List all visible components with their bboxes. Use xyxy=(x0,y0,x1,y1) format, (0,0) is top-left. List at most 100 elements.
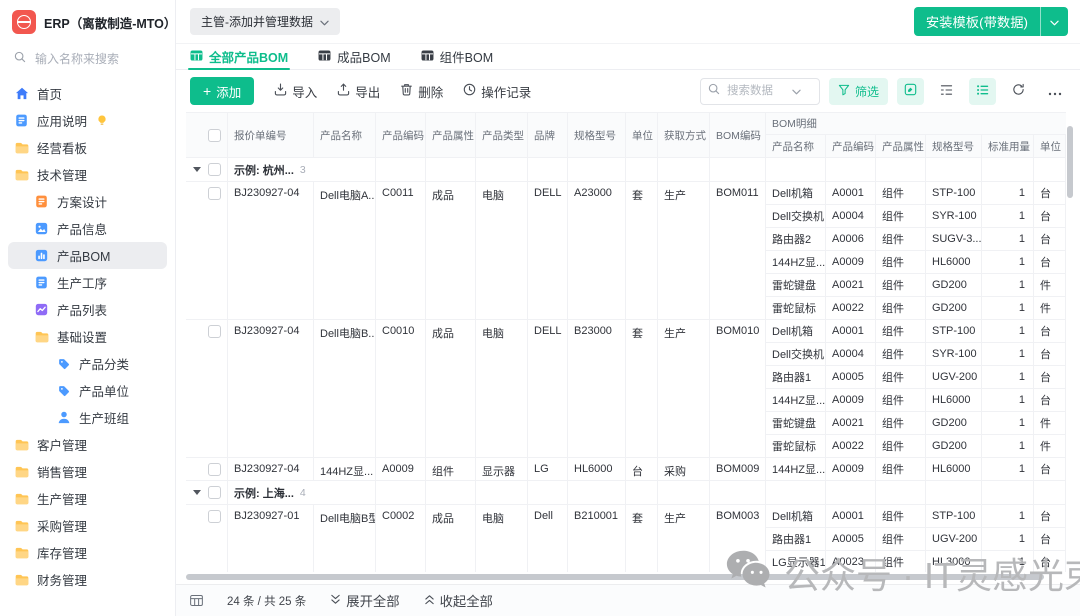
detail-cell: STP-100 xyxy=(926,505,982,528)
row-checkbox[interactable] xyxy=(208,463,221,476)
more-button[interactable] xyxy=(1041,78,1068,105)
group-row[interactable]: 示例: 上海...4 xyxy=(186,481,1066,505)
sidebar-item-4[interactable]: 方案设计 xyxy=(8,188,167,215)
bom-detail-row: Dell机箱A0001组件STP-1001台 xyxy=(766,320,1066,343)
sidebar-item-label: 经营看板 xyxy=(37,138,87,157)
operation-log-button[interactable]: 操作记录 xyxy=(463,82,531,101)
import-button[interactable]: 导入 xyxy=(274,82,317,101)
tab-0[interactable]: 全部产品BOM xyxy=(190,44,288,69)
sidebar-search-input[interactable] xyxy=(33,51,153,67)
group-empty-cell xyxy=(528,158,568,182)
chevron-down-icon xyxy=(320,15,329,29)
select-all-checkbox[interactable] xyxy=(208,129,221,142)
sidebar-item-label: 生产工序 xyxy=(57,273,107,292)
add-button[interactable]: + 添加 xyxy=(190,77,254,105)
detail-cell: A0001 xyxy=(826,320,876,343)
sidebar-item-17[interactable]: 库存管理 xyxy=(8,539,167,566)
detail-cell: 件 xyxy=(1034,435,1066,458)
sidebar-item-9[interactable]: 基础设置 xyxy=(8,323,167,350)
collapse-caret-icon[interactable] xyxy=(193,167,201,172)
group-empty-cell xyxy=(476,158,528,182)
filter-button[interactable]: 筛选 xyxy=(829,78,888,105)
detail-cell: 1 xyxy=(982,228,1034,251)
sidebar-item-label: 方案设计 xyxy=(57,192,107,211)
sidebar-item-11[interactable]: 产品单位 xyxy=(8,377,167,404)
detail-cell: A0021 xyxy=(826,274,876,297)
detail-cell: 台 xyxy=(1034,182,1066,205)
table-grid-icon xyxy=(318,50,331,64)
sidebar-item-0[interactable]: 首页 xyxy=(8,80,167,107)
sidebar-item-7[interactable]: 生产工序 xyxy=(8,269,167,296)
sidebar-item-18[interactable]: 财务管理 xyxy=(8,566,167,593)
detail-cell: HL3000 xyxy=(926,551,982,572)
install-template-dropdown[interactable] xyxy=(1041,7,1068,36)
detail-cell: 组件 xyxy=(876,205,926,228)
row-checkbox[interactable] xyxy=(208,325,221,338)
tag-blue-icon xyxy=(56,358,71,370)
sidebar-item-5[interactable]: 产品信息 xyxy=(8,215,167,242)
group-row[interactable]: 示例: 杭州...3 xyxy=(186,158,1066,182)
horizontal-scrollbar[interactable] xyxy=(186,573,1066,581)
delete-button[interactable]: 删除 xyxy=(400,82,443,101)
detail-cell: 1 xyxy=(982,389,1034,412)
sidebar-item-15[interactable]: 生产管理 xyxy=(8,485,167,512)
trash-icon xyxy=(400,83,413,99)
detail-cell: 组件 xyxy=(876,435,926,458)
row-checkbox[interactable] xyxy=(208,510,221,523)
tab-2[interactable]: 组件BOM xyxy=(421,44,493,69)
table-search-input[interactable] xyxy=(725,84,787,98)
sidebar-item-16[interactable]: 采购管理 xyxy=(8,512,167,539)
record-count: 24 条 / 共 25 条 xyxy=(227,593,306,609)
list-view-button[interactable] xyxy=(969,78,996,105)
detail-cell: 1 xyxy=(982,412,1034,435)
app-logo-icon xyxy=(12,10,36,34)
chevron-down-icon[interactable] xyxy=(792,82,801,100)
expand-all-button[interactable]: 展开全部 xyxy=(330,591,399,610)
vertical-scrollbar[interactable] xyxy=(1067,126,1073,198)
sidebar-item-12[interactable]: 生产班组 xyxy=(8,404,167,431)
sidebar-item-3[interactable]: 技术管理 xyxy=(8,161,167,188)
detail-cell: A0001 xyxy=(826,182,876,205)
list-icon xyxy=(976,84,989,99)
tab-label: 全部产品BOM xyxy=(209,47,288,66)
feedback-note-button[interactable] xyxy=(897,78,924,105)
collapse-all-button[interactable]: 收起全部 xyxy=(424,591,493,610)
table-header: 报价单编号产品名称产品编码产品属性产品类型品牌规格型号单位获取方式BOM编码BO… xyxy=(186,112,1066,158)
horizontal-scrollbar-thumb[interactable] xyxy=(186,574,1044,580)
install-template-button[interactable]: 安装模板(带数据) xyxy=(914,7,1041,36)
sidebar-item-label: 产品分类 xyxy=(79,354,129,373)
export-button[interactable]: 导出 xyxy=(337,82,380,101)
bom-details: Dell机箱A0001组件STP-1001台Dell交换机A0004组件SYR-… xyxy=(766,182,1066,320)
sidebar-item-2[interactable]: 经营看板 xyxy=(8,134,167,161)
group-empty-cell xyxy=(926,481,982,505)
sidebar-item-14[interactable]: 销售管理 xyxy=(8,458,167,485)
refresh-button[interactable] xyxy=(1005,78,1032,105)
detail-cell: 件 xyxy=(1034,297,1066,320)
detail-cell: Dell机箱 xyxy=(766,182,826,205)
sidebar-item-13[interactable]: 客户管理 xyxy=(8,431,167,458)
sidebar-item-label: 客户管理 xyxy=(37,435,87,454)
group-checkbox[interactable] xyxy=(208,486,221,499)
sidebar-item-1[interactable]: 应用说明 xyxy=(8,107,167,134)
tab-1[interactable]: 成品BOM xyxy=(318,44,390,69)
group-empty-cell xyxy=(1034,481,1066,505)
cell: 套 xyxy=(626,182,658,320)
detail-cell: 台 xyxy=(1034,343,1066,366)
pagination-icon[interactable] xyxy=(190,595,203,606)
detail-cell: A0009 xyxy=(826,458,876,481)
sidebar-item-6[interactable]: 产品BOM xyxy=(8,242,167,269)
tree-view-button[interactable] xyxy=(933,78,960,105)
toolbar-tools: 筛选 xyxy=(700,78,1068,105)
sidebar-item-10[interactable]: 产品分类 xyxy=(8,350,167,377)
detail-cell: SUGV-3... xyxy=(926,228,982,251)
sidebar-search[interactable] xyxy=(0,46,175,78)
detail-cell: A0022 xyxy=(826,297,876,320)
sidebar-item-label: 生产班组 xyxy=(79,408,129,427)
table-search-box[interactable] xyxy=(700,78,820,105)
group-empty-cell xyxy=(658,481,710,505)
group-checkbox[interactable] xyxy=(208,163,221,176)
sidebar-item-8[interactable]: 产品列表 xyxy=(8,296,167,323)
role-selector[interactable]: 主管-添加并管理数据 xyxy=(190,8,340,35)
collapse-caret-icon[interactable] xyxy=(193,490,201,495)
row-checkbox[interactable] xyxy=(208,187,221,200)
